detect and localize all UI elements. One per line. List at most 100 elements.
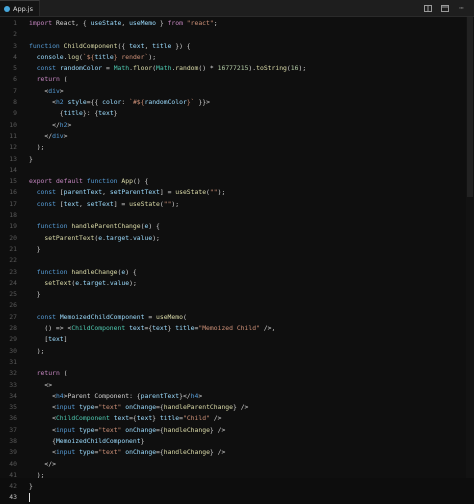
line-number: 16 <box>9 188 17 197</box>
more-icon[interactable]: ⋯ <box>457 4 466 12</box>
line-content: console.log(`${title} render`); <box>36 52 157 61</box>
line-number: 3 <box>13 41 17 50</box>
line-content: } <box>29 482 33 491</box>
code-line: 35 <input type="text" onChange={handlePa… <box>0 402 474 413</box>
code-line: 32 return ( <box>0 368 474 379</box>
code-line: 26 <box>0 300 474 311</box>
code-line: 37 <input type="text" onChange={handleCh… <box>0 425 474 436</box>
line-content: <h4>Parent Component: {parentText}</h4> <box>52 391 203 400</box>
line-content: [text] <box>44 335 68 344</box>
line-content: const [text, setText] = useState(""); <box>36 199 180 208</box>
line-content: setParentText(e.target.value); <box>44 233 160 242</box>
line-content: <div> <box>44 86 64 95</box>
line-number: 38 <box>9 436 17 445</box>
line-content: <input type="text" onChange={handleParen… <box>52 403 249 412</box>
line-content: import React, { useState, useMemo } from… <box>29 19 218 27</box>
line-number: 21 <box>9 244 17 253</box>
line-number: 36 <box>9 414 17 423</box>
line-content: function ChildComponent({ text, title })… <box>29 41 191 50</box>
code-line: 17 const [text, setText] = useState(""); <box>0 199 474 210</box>
line-number: 40 <box>9 459 17 468</box>
line-content: ); <box>36 143 45 152</box>
code-line: 18 <box>0 210 474 221</box>
line-content: } <box>36 244 41 253</box>
line-number: 14 <box>9 165 17 174</box>
line-number: 25 <box>9 290 17 299</box>
line-content: {MemoizedChildComponent} <box>52 436 145 445</box>
line-number: 10 <box>9 120 17 129</box>
code-line: 40 </> <box>0 459 474 470</box>
line-number: 26 <box>9 301 17 310</box>
code-line: 31 <box>0 357 474 368</box>
line-number: 6 <box>13 75 17 84</box>
code-line: 21 } <box>0 244 474 255</box>
tab-app-js[interactable]: App.js <box>0 0 40 16</box>
code-line: 19 function handleParentChange(e) { <box>0 221 474 232</box>
scrollbar-thumb[interactable] <box>467 17 473 197</box>
line-content: export default function App() { <box>29 177 149 186</box>
line-number: 13 <box>9 154 17 163</box>
line-number: 9 <box>13 109 17 118</box>
layout-icon[interactable] <box>440 4 449 12</box>
line-number: 42 <box>9 482 17 491</box>
code-lines: 1 import React, { useState, useMemo } fro… <box>0 17 474 504</box>
line-number: 31 <box>9 357 17 366</box>
code-line: 4 console.log(`${title} render`); <box>0 52 474 63</box>
code-line: 22 <box>0 255 474 266</box>
line-number: 2 <box>13 30 17 39</box>
code-line: 27 const MemoizedChildComponent = useMem… <box>0 312 474 323</box>
line-number: 23 <box>9 267 17 276</box>
code-line: 30 ); <box>0 346 474 357</box>
code-line: 2 <box>0 29 474 40</box>
line-number: 24 <box>9 278 17 287</box>
line-content: const [parentText, setParentText] = useS… <box>36 188 226 197</box>
line-content: </div> <box>44 131 68 140</box>
line-content: function handleParentChange(e) { <box>36 222 160 231</box>
code-line: 23 function handleChange(e) { <box>0 267 474 278</box>
code-line: 6 return ( <box>0 74 474 85</box>
split-editor-icon[interactable] <box>423 4 432 12</box>
line-content: return ( <box>36 75 68 84</box>
line-number: 37 <box>9 425 17 434</box>
line-number: 18 <box>9 211 17 220</box>
code-line: 12 ); <box>0 142 474 153</box>
line-number: 22 <box>9 256 17 265</box>
code-line: 3 function ChildComponent({ text, title }… <box>0 41 474 52</box>
line-content: <input type="text" onChange={handleChang… <box>52 448 226 457</box>
line-content: setText(e.target.value); <box>44 278 137 287</box>
line-content <box>29 492 30 503</box>
line-number: 19 <box>9 222 17 231</box>
line-content: const MemoizedChildComponent = useMemo( <box>36 312 187 321</box>
tab-label: App.js <box>13 4 33 13</box>
line-content: return ( <box>36 369 68 378</box>
code-line: 25 } <box>0 289 474 300</box>
code-line: 38 {MemoizedChildComponent} <box>0 436 474 447</box>
code-line: 1 import React, { useState, useMemo } fro… <box>0 18 474 29</box>
line-number: 5 <box>13 64 17 73</box>
code-line-current: 43 <box>0 492 474 503</box>
line-number: 35 <box>9 403 17 412</box>
vertical-scrollbar[interactable] <box>466 17 474 478</box>
line-content: ); <box>36 470 45 479</box>
code-line: 41 ); <box>0 470 474 481</box>
line-number: 11 <box>9 131 17 140</box>
javascript-file-icon <box>4 5 10 12</box>
code-line: 36 <ChildComponent text={text} title="Ch… <box>0 413 474 424</box>
code-line: 34 <h4>Parent Component: {parentText}</h… <box>0 391 474 402</box>
line-number: 30 <box>9 346 17 355</box>
editor-window: App.js ⋯ 1 import React, { useState, useM… <box>0 0 474 502</box>
code-line: 28 () => <ChildComponent text={text} tit… <box>0 323 474 334</box>
tab-bar: App.js ⋯ <box>0 0 474 17</box>
line-content: ); <box>36 346 45 355</box>
code-line: 20 setParentText(e.target.value); <box>0 233 474 244</box>
line-content: function handleChange(e) { <box>36 267 137 276</box>
line-number: 12 <box>9 143 17 152</box>
code-line: 14 <box>0 165 474 176</box>
line-content: <> <box>44 380 53 389</box>
line-number: 32 <box>9 369 17 378</box>
line-content: } <box>36 290 41 299</box>
code-line: 15 export default function App() { <box>0 176 474 187</box>
code-line: 42} <box>0 481 474 492</box>
code-editor[interactable]: 1 import React, { useState, useMemo } fro… <box>0 17 474 502</box>
code-line: 24 setText(e.target.value); <box>0 278 474 289</box>
